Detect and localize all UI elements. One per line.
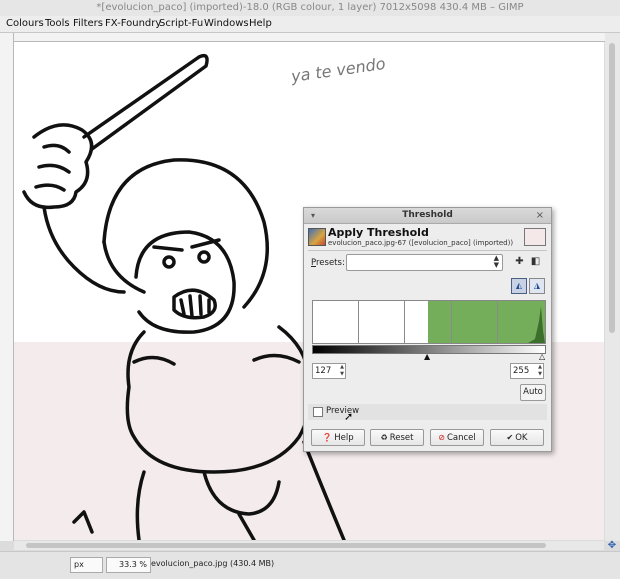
reset-label: Reset <box>389 433 414 443</box>
horizontal-scroll-thumb[interactable] <box>26 543 546 548</box>
threshold-dialog: ▾ Threshold × Apply Threshold evolucion_… <box>303 207 552 452</box>
linear-histogram-icon[interactable]: ◭ <box>511 278 527 294</box>
statusbar: px 33.3 % evolucion_paco.jpg (430.4 MB) <box>0 551 620 579</box>
help-label: Help <box>334 433 354 443</box>
low-threshold-value: 127 <box>315 366 332 376</box>
low-threshold-handle[interactable]: ▲ <box>424 353 430 361</box>
spinner-arrows-icon[interactable]: ▲ ▼ <box>340 364 344 378</box>
menu-windows[interactable]: Windows <box>204 16 249 32</box>
menu-filters[interactable]: Filters <box>73 16 103 32</box>
add-preset-icon[interactable]: ✚ <box>513 255 526 268</box>
reset-icon: ♻ <box>380 433 388 442</box>
file-info: evolucion_paco.jpg (430.4 MB) <box>151 559 275 568</box>
header-separator <box>308 250 547 251</box>
dropdown-arrow-icon: ▲ ▼ <box>493 254 499 269</box>
preset-menu-icon[interactable]: ◧ <box>529 255 542 268</box>
preview-label[interactable]: Preview <box>326 406 359 416</box>
window-title: *[evolucion_paco] (imported)-18.0 (RGB c… <box>0 0 620 16</box>
menu-colours[interactable]: Colours <box>6 16 44 32</box>
low-threshold-spinner[interactable]: 127 ▲ ▼ <box>312 363 346 379</box>
close-icon[interactable]: × <box>536 208 544 223</box>
histogram-curve <box>528 306 545 343</box>
menu-script-fu[interactable]: Script-Fu <box>159 16 203 32</box>
check-icon: ✔ <box>506 433 514 442</box>
help-icon: ❓ <box>322 433 333 442</box>
log-histogram-icon[interactable]: ◮ <box>529 278 545 294</box>
high-threshold-handle[interactable]: △ <box>539 353 545 361</box>
menu-help[interactable]: Help <box>249 16 272 32</box>
dialog-window-title: Threshold <box>402 210 453 220</box>
presets-dropdown[interactable]: ▲ ▼ <box>346 254 503 271</box>
zoom-selector[interactable]: 33.3 % <box>106 557 151 573</box>
menu-fx-foundry[interactable]: FX-Foundry <box>105 16 161 32</box>
menubar: Colours Tools Filters FX-Foundry Script-… <box>0 16 620 33</box>
spinner-arrows-icon[interactable]: ▲ ▼ <box>538 364 542 378</box>
ok-button[interactable]: ✔ OK <box>490 429 544 446</box>
handwriting-text: ya te vendo <box>289 54 387 86</box>
ok-label: OK <box>515 433 528 443</box>
mouse-pointer-icon: ➚ <box>344 410 354 423</box>
histogram[interactable] <box>312 300 546 344</box>
horizontal-scrollbar[interactable] <box>14 541 604 550</box>
menu-tools[interactable]: Tools <box>45 16 70 32</box>
navigate-icon[interactable]: ✥ <box>606 541 618 551</box>
preview-row: Preview ➚ <box>308 404 547 423</box>
dialog-subtitle: evolucion_paco.jpg-67 ([evolucion_paco] … <box>328 239 514 247</box>
auto-button[interactable]: Auto <box>520 384 546 401</box>
high-threshold-spinner[interactable]: 255 ▲ ▼ <box>510 363 544 379</box>
presets-label: Presets: <box>311 258 345 268</box>
cancel-button[interactable]: ⊘ Cancel <box>430 429 484 446</box>
unit-selector[interactable]: px <box>70 557 103 573</box>
high-threshold-value: 255 <box>513 366 530 376</box>
dialog-titlebar[interactable]: ▾ Threshold × <box>304 208 551 224</box>
vertical-scroll-thumb[interactable] <box>609 43 615 333</box>
threshold-tool-icon <box>308 228 326 246</box>
horizontal-ruler[interactable] <box>13 33 605 42</box>
help-button[interactable]: ❓ Help <box>311 429 365 446</box>
dialog-title: Apply Threshold <box>328 226 429 239</box>
vertical-scrollbar[interactable] <box>605 33 620 541</box>
preview-checkbox[interactable] <box>313 407 323 417</box>
cancel-icon: ⊘ <box>438 433 445 442</box>
cancel-label: Cancel <box>446 433 476 443</box>
vertical-ruler[interactable] <box>0 33 14 541</box>
image-thumbnail <box>524 228 546 246</box>
reset-button[interactable]: ♻ Reset <box>370 429 424 446</box>
